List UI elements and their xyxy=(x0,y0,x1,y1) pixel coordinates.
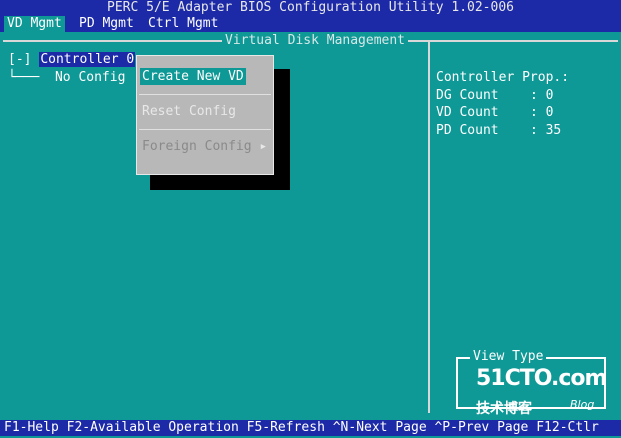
title-bar: PERC 5/E Adapter BIOS Configuration Util… xyxy=(0,0,621,16)
prop-dg-count: DG Count : 0 xyxy=(436,87,569,105)
tree-node-no-config[interactable]: └─── No Config xyxy=(8,70,125,86)
tab-pd-mgmt[interactable]: PD Mgmt xyxy=(76,16,137,32)
tree-node-label: No Config xyxy=(54,70,126,85)
prop-sep: : xyxy=(529,122,538,138)
watermark-sub: 技术博客 xyxy=(476,401,532,417)
tab-vd-mgmt[interactable]: VD Mgmt xyxy=(4,16,65,32)
menu-item-reset-config[interactable]: Reset Config xyxy=(140,103,238,120)
menu-item-create-new-vd[interactable]: Create New VD xyxy=(140,68,246,85)
operation-popup-menu: Create New VD Reset Config Foreign Confi… xyxy=(136,55,274,175)
menu-separator xyxy=(139,94,271,95)
panel-title: Virtual Disk Management xyxy=(222,34,409,48)
tree-branch-line: └─── xyxy=(8,70,55,85)
menu-item-foreign-config[interactable]: Foreign Config ▸ xyxy=(140,138,269,155)
prop-label: DG Count xyxy=(436,87,499,103)
submenu-arrow-icon: ▸ xyxy=(259,139,268,154)
tree-collapse-toggle[interactable]: [-] xyxy=(8,52,31,67)
app-title: PERC 5/E Adapter BIOS Configuration Util… xyxy=(107,0,514,15)
prop-value: 35 xyxy=(545,122,562,138)
prop-label: PD Count xyxy=(436,122,499,138)
prop-value: 0 xyxy=(545,105,554,120)
controller-properties: Controller Prop.: DG Count : 0 VD Count … xyxy=(436,69,569,139)
prop-sep: : xyxy=(529,105,538,120)
status-bar: F1-Help F2-Available Operation F5-Refres… xyxy=(0,420,621,436)
prop-value: 0 xyxy=(545,87,554,103)
prop-vd-count: VD Count : 0 xyxy=(436,104,569,122)
properties-header: Controller Prop.: xyxy=(436,70,570,85)
prop-sep: : xyxy=(529,87,538,103)
watermark-logo: 51CTO.com 技术博客 Blog xyxy=(476,366,607,417)
watermark-main: 51CTO.com xyxy=(476,366,607,391)
tab-ctrl-mgmt[interactable]: Ctrl Mgmt xyxy=(145,16,221,32)
controller-tree: [-] Controller 0 xyxy=(8,52,136,68)
panel-divider xyxy=(428,41,430,413)
menu-separator xyxy=(139,129,271,130)
watermark-blog: Blog xyxy=(570,398,595,411)
tree-node-controller-0[interactable]: Controller 0 xyxy=(39,52,136,67)
prop-label: VD Count xyxy=(436,105,499,120)
view-type-title: View Type xyxy=(470,349,547,365)
menu-item-label: Foreign Config xyxy=(142,139,252,154)
tab-bar: VD Mgmt PD Mgmt Ctrl Mgmt xyxy=(0,16,621,32)
prop-pd-count: PD Count : 35 xyxy=(436,122,569,140)
